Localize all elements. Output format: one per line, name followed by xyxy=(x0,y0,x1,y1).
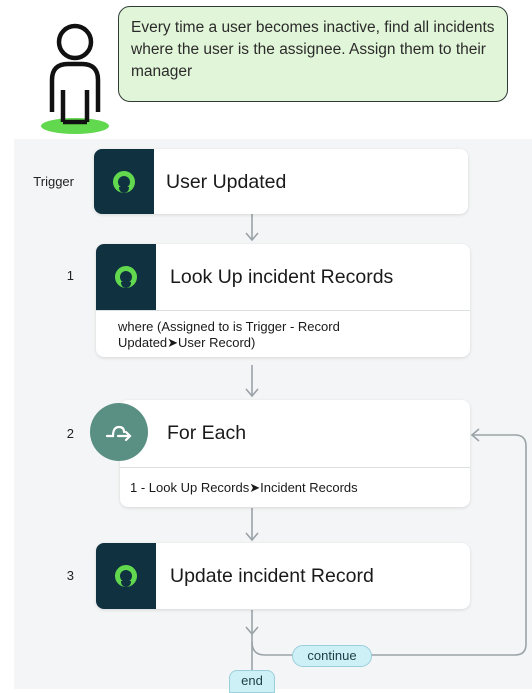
record-icon xyxy=(96,543,156,609)
trigger-card[interactable]: User Updated xyxy=(94,149,468,214)
step-3-title: Update incident Record xyxy=(170,565,374,587)
step-1-condition: where (Assigned to is Trigger - Record U… xyxy=(96,310,470,357)
record-icon xyxy=(96,244,156,310)
step-3-number: 3 xyxy=(66,568,74,583)
continue-badge[interactable]: continue xyxy=(292,645,372,667)
person-icon xyxy=(41,23,109,134)
step-1-number: 1 xyxy=(66,268,74,283)
step-2-number: 2 xyxy=(66,426,74,441)
step-2-title: For Each xyxy=(167,422,247,444)
step-1-card[interactable]: Look Up incident Records where (Assigned… xyxy=(96,244,470,357)
end-badge: end xyxy=(229,670,275,693)
step-3-card[interactable]: Update incident Record xyxy=(96,543,470,609)
loop-icon xyxy=(90,403,148,461)
record-icon xyxy=(94,149,154,214)
step-1-title: Look Up incident Records xyxy=(170,266,394,288)
step-2-card[interactable]: For Each 1 - Look Up Records➤Incident Re… xyxy=(120,400,470,507)
annotation-bubble: Every time a user becomes inactive, find… xyxy=(118,6,508,102)
trigger-label: Trigger xyxy=(33,174,74,189)
annotation-text: Every time a user becomes inactive, find… xyxy=(131,19,495,80)
trigger-title: User Updated xyxy=(166,171,287,193)
step-2-collection: 1 - Look Up Records➤Incident Records xyxy=(120,467,470,507)
